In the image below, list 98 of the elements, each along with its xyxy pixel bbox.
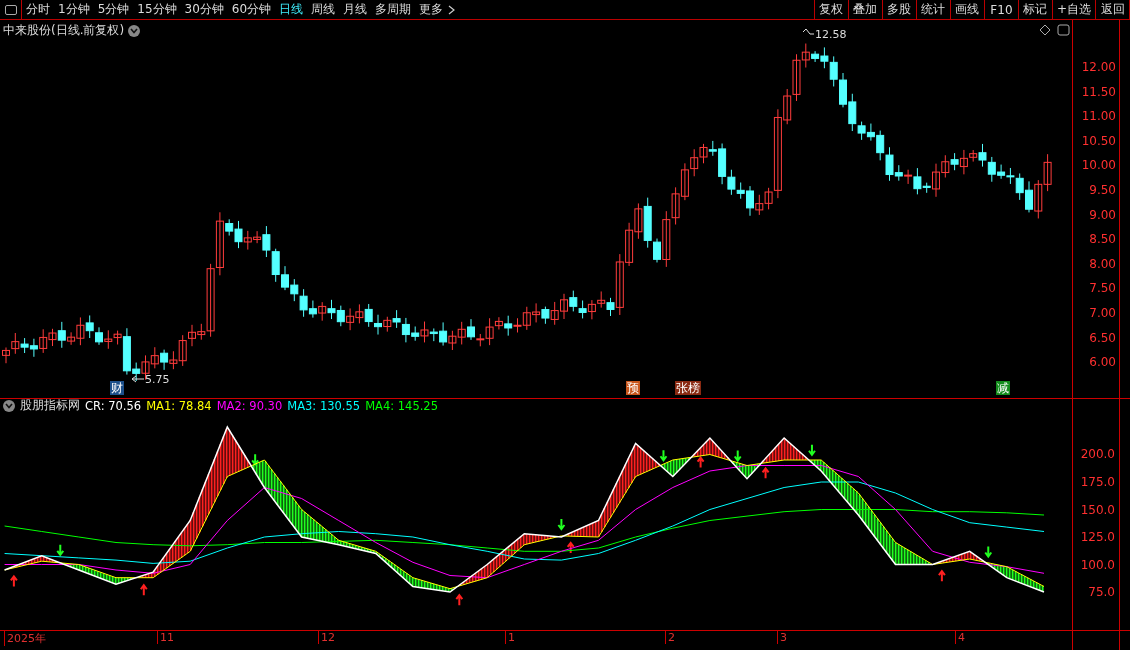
candlestick (680, 162, 689, 201)
toolbar-button[interactable]: 多股 (882, 0, 917, 19)
axis-label: 200.0 (1080, 447, 1115, 462)
candlestick (569, 290, 578, 312)
candlestick (829, 55, 838, 87)
candlestick (1034, 179, 1043, 219)
candlestick (346, 307, 355, 331)
candlestick (104, 329, 113, 350)
axis-label: 11.00 (1080, 109, 1116, 124)
indicator-reading: MA2: 90.30 (216, 398, 283, 413)
candlestick (448, 330, 457, 351)
axis-label: 8.00 (1088, 256, 1116, 271)
axis-label: 9.00 (1088, 207, 1116, 222)
axis-label: 75.0 (1088, 585, 1115, 600)
axis-label: 150.0 (1080, 502, 1115, 517)
date-label: 1 (505, 631, 515, 644)
candlestick (950, 152, 959, 171)
period-tab[interactable]: 5分钟 (93, 0, 134, 19)
axis-label: 6.00 (1088, 355, 1116, 370)
candlestick (383, 316, 392, 333)
dropdown-icon[interactable] (128, 24, 141, 37)
candlestick (160, 349, 169, 371)
date-label: 3 (777, 631, 787, 644)
axis-label: 11.50 (1080, 84, 1116, 99)
axis-label: 125.0 (1080, 530, 1115, 544)
toolbar-button[interactable]: +自选 (1052, 0, 1096, 19)
axis-label: 7.00 (1088, 306, 1116, 320)
period-tab[interactable]: 60分钟 (227, 0, 276, 19)
panel-toggle-icon[interactable] (1057, 24, 1070, 36)
period-tab[interactable]: 日线 (275, 0, 308, 19)
candlestick (364, 303, 373, 328)
candlestick (355, 303, 364, 324)
candlestick (587, 299, 596, 320)
date-label: 11 (157, 631, 174, 644)
axis-label: 10.00 (1080, 158, 1116, 173)
date-label: 12 (318, 631, 335, 644)
period-tab[interactable]: 多周期 (371, 0, 416, 19)
event-tag[interactable]: 减 (996, 381, 1010, 395)
event-tag[interactable]: 张榜 (675, 381, 701, 395)
axis-label: 7.50 (1088, 281, 1116, 296)
candlestick (578, 300, 587, 319)
diamond-icon[interactable] (1040, 24, 1051, 36)
event-tag[interactable]: 预 (626, 381, 640, 395)
candlestick (532, 302, 541, 323)
axis-label: 175.0 (1080, 475, 1115, 489)
indicator-reading: CR: 70.56 (85, 398, 142, 413)
toolbar-button[interactable]: 叠加 (848, 0, 883, 19)
axis-label: 12.00 (1080, 60, 1116, 74)
period-tab[interactable]: 月线 (339, 0, 372, 19)
candlestick (85, 314, 94, 339)
candlestick (690, 148, 699, 177)
candlestick (290, 278, 299, 302)
toolbar-button[interactable]: F10 (984, 0, 1019, 19)
chevron-right-icon[interactable] (448, 4, 456, 15)
candlestick (39, 328, 48, 354)
candlestick (541, 306, 550, 325)
candlestick (29, 338, 38, 358)
date-label: 2025年 (4, 631, 46, 646)
axis-label: 8.50 (1088, 232, 1116, 247)
indicator-reading: MA4: 145.25 (365, 398, 438, 413)
candlestick (699, 143, 708, 164)
date-label: 2 (665, 631, 675, 644)
toolbar-button[interactable]: 画线 (950, 0, 985, 19)
period-tab[interactable]: 15分钟 (133, 0, 181, 19)
candlestick (392, 309, 401, 329)
candlestick (318, 301, 327, 322)
axis-label: 6.50 (1088, 330, 1116, 345)
event-tag[interactable]: 财 (110, 381, 124, 395)
date-label: 4 (955, 631, 965, 644)
indicator-reading: MA3: 130.55 (287, 398, 361, 413)
axis-label: 9.50 (1088, 183, 1116, 197)
candlestick (327, 299, 336, 320)
period-tab[interactable]: 30分钟 (180, 0, 228, 19)
dropdown-icon[interactable] (3, 399, 15, 412)
candlestick (20, 337, 29, 354)
period-tab[interactable]: 更多 (415, 0, 448, 19)
indicator-name: 股朋指标网 (20, 397, 80, 414)
chart-title: 中来股份(日线.前复权) (3, 22, 125, 39)
candlestick (634, 202, 643, 240)
candlestick (1043, 153, 1052, 192)
axis-label: 100.0 (1080, 557, 1115, 572)
period-tab[interactable]: 周线 (307, 0, 340, 19)
toolbar-button[interactable]: 返回 (1096, 0, 1130, 19)
toolbar-button[interactable]: 标记 (1018, 0, 1053, 19)
axis-label: 10.50 (1080, 133, 1116, 148)
candlestick (150, 346, 159, 369)
toolbar-button[interactable]: 复权 (814, 0, 849, 19)
candlestick (336, 305, 345, 327)
toolbar-button[interactable]: 统计 (916, 0, 951, 19)
indicator-reading: MA1: 78.84 (146, 398, 212, 413)
candlestick (271, 248, 280, 283)
candlestick (625, 222, 634, 267)
candlestick (550, 301, 559, 326)
candlestick (597, 290, 606, 309)
candlestick (457, 321, 466, 345)
period-tab[interactable]: 分时 (22, 0, 54, 19)
candlestick (11, 332, 20, 355)
period-tab[interactable]: 1分钟 (54, 0, 94, 19)
